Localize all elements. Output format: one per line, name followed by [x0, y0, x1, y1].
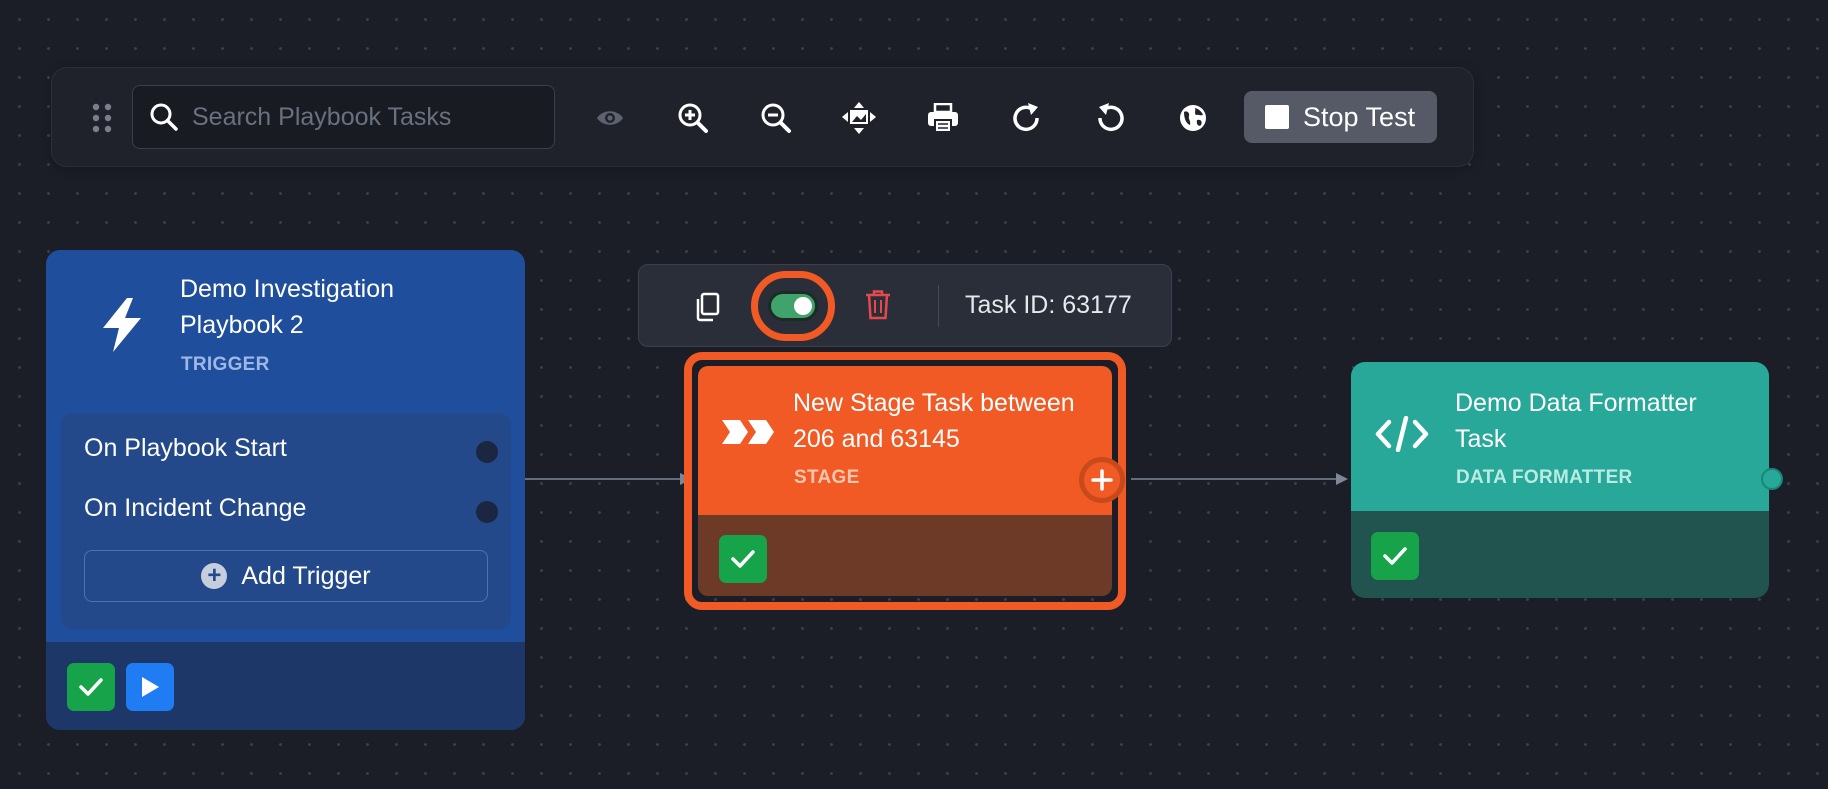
plus-icon [1091, 469, 1113, 491]
formatter-output-handle[interactable] [1761, 468, 1783, 490]
formatter-type-label: DATA FORMATTER [1456, 467, 1633, 488]
trigger-type-label: TRIGGER [181, 354, 270, 375]
globe-icon[interactable] [1173, 98, 1213, 138]
edge-arrowhead [1336, 473, 1348, 485]
zoom-in-icon[interactable] [673, 98, 713, 138]
stop-test-label: Stop Test [1303, 101, 1416, 132]
trigger-on-incident-change[interactable]: On Incident Change [84, 494, 306, 523]
play-icon[interactable] [126, 663, 174, 711]
enable-toggle[interactable] [768, 291, 818, 321]
stage-title-line1: New Stage Task between [793, 389, 1075, 417]
trigger-on-playbook-start[interactable]: On Playbook Start [84, 434, 287, 463]
stage-node[interactable]: New Stage Task between 206 and 63145 STA… [698, 366, 1112, 596]
zoom-out-icon[interactable] [756, 98, 796, 138]
formatter-header: Demo Data Formatter Task DATA FORMATTER [1351, 362, 1769, 511]
stop-icon [1265, 105, 1289, 129]
check-icon[interactable] [67, 663, 115, 711]
trash-icon[interactable] [865, 290, 891, 320]
search-input[interactable] [192, 86, 542, 148]
lightning-icon [99, 298, 145, 352]
stage-footer [698, 515, 1112, 596]
search-box [132, 85, 555, 149]
trigger-output-handle[interactable] [476, 441, 498, 463]
stage-title: New Stage Task between 206 and 63145 [793, 385, 1075, 457]
trigger-node[interactable]: Demo Investigation Playbook 2 TRIGGER On… [46, 250, 525, 730]
divider [938, 285, 939, 327]
trigger-title: Demo Investigation Playbook 2 [180, 271, 394, 343]
stage-node-selected[interactable]: New Stage Task between 206 and 63145 STA… [684, 352, 1126, 610]
data-formatter-node[interactable]: Demo Data Formatter Task DATA FORMATTER [1351, 362, 1769, 598]
drag-handle-icon[interactable] [88, 103, 116, 133]
code-icon [1375, 416, 1429, 452]
stop-test-button[interactable]: Stop Test [1244, 91, 1437, 143]
formatter-title-line1: Demo Data Formatter [1455, 389, 1697, 417]
formatter-title: Demo Data Formatter Task [1455, 385, 1697, 457]
stage-header: New Stage Task between 206 and 63145 STA… [698, 366, 1112, 515]
check-icon[interactable] [1371, 532, 1419, 580]
playbook-toolbar: Stop Test [51, 67, 1474, 167]
formatter-footer [1351, 511, 1769, 598]
stage-chevrons-icon [722, 418, 774, 446]
copy-icon[interactable] [694, 292, 720, 322]
fit-view-icon[interactable] [839, 98, 879, 138]
search-icon [149, 102, 179, 132]
task-actions-bar: Task ID: 63177 [638, 264, 1172, 347]
print-icon[interactable] [923, 98, 963, 138]
stage-title-line2: 206 and 63145 [793, 425, 960, 453]
plus-circle-icon: + [201, 563, 228, 589]
task-id-label: Task ID: 63177 [965, 291, 1132, 319]
stage-type-label: STAGE [794, 467, 860, 488]
redo-icon[interactable] [1007, 98, 1047, 138]
undo-icon[interactable] [1090, 98, 1130, 138]
toggle-knob [794, 297, 812, 315]
check-icon[interactable] [719, 535, 767, 583]
add-trigger-button[interactable]: + Add Trigger [84, 550, 488, 602]
add-trigger-label: Add Trigger [241, 561, 371, 590]
add-next-task-button[interactable] [1079, 457, 1125, 503]
trigger-footer [46, 642, 525, 730]
trigger-title-line1: Demo Investigation [180, 275, 395, 303]
formatter-title-line2: Task [1455, 425, 1507, 453]
trigger-output-handle[interactable] [476, 501, 498, 523]
trigger-title-line2: Playbook 2 [180, 311, 304, 339]
enable-toggle-highlight [751, 271, 835, 341]
eye-icon[interactable] [590, 98, 630, 138]
trigger-list: On Playbook Start On Incident Change + A… [61, 413, 511, 629]
